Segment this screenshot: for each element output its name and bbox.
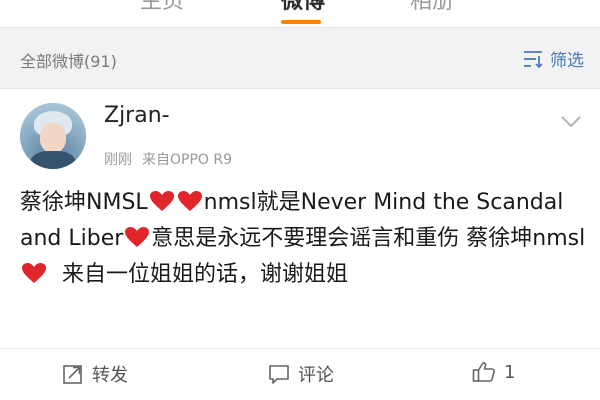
red-heart-icon: [177, 191, 202, 211]
weibo-post-card[interactable]: Zjran- 刚刚 来自OPPO R9 蔡徐坤NMSL nmsl就是Never Mi…: [0, 88, 600, 400]
thumbs-up-icon: [472, 362, 495, 382]
filter-icon: [524, 50, 543, 68]
repost-button[interactable]: 转发: [62, 361, 128, 387]
filter-label: 筛选: [550, 51, 584, 71]
post-action-bar: 转发 评论 1: [0, 348, 600, 400]
post-count-label: 全部微博(91): [20, 52, 117, 71]
post-text-part: 蔡徐坤NMSL: [20, 190, 148, 215]
post-text-part: 来自一位姐姐的话，谢谢姐姐: [48, 262, 348, 287]
like-count: 1: [504, 361, 516, 383]
red-heart-icon: [125, 227, 150, 247]
post-text-part: 意思是永远不要理会谣言和重伤 蔡徐坤nmsl: [151, 226, 586, 251]
red-heart-icon: [149, 191, 174, 211]
repost-label: 转发: [92, 365, 128, 386]
profile-tab-bar: 主页 微博 相册: [0, 0, 600, 28]
post-meta: 刚刚 来自OPPO R9: [104, 149, 232, 169]
filter-bar: 全部微博(91) 筛选: [0, 28, 600, 88]
post-source: 来自OPPO R9: [142, 152, 233, 168]
post-text: 蔡徐坤NMSL nmsl就是Never Mind the Scandal and …: [20, 185, 588, 293]
post-time: 刚刚: [104, 152, 132, 168]
comment-icon: [269, 365, 289, 384]
tab-weibo[interactable]: 微博: [243, 0, 363, 18]
like-button[interactable]: 1: [472, 361, 515, 383]
avatar[interactable]: [20, 103, 86, 169]
chevron-down-icon[interactable]: [560, 115, 582, 129]
tab-album[interactable]: 相册: [372, 0, 492, 18]
comment-label: 评论: [298, 365, 334, 386]
red-heart-icon: [22, 263, 46, 283]
repost-icon: [63, 365, 82, 384]
filter-button[interactable]: 筛选: [522, 46, 584, 71]
comment-button[interactable]: 评论: [268, 361, 334, 387]
tab-home[interactable]: 主页: [102, 0, 222, 18]
post-username[interactable]: Zjran-: [104, 103, 170, 128]
active-tab-indicator: [281, 20, 321, 24]
